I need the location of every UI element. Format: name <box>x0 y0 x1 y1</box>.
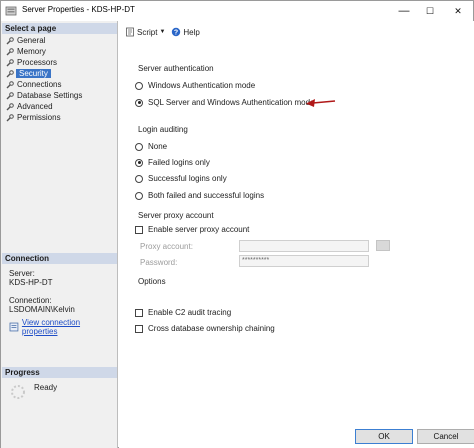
view-connection-row: View connection properties <box>9 318 117 336</box>
page-label: Memory <box>17 47 46 56</box>
page-item-permissions[interactable]: Permissions <box>4 112 116 123</box>
minimize-button[interactable]: — <box>391 1 417 21</box>
wrench-icon <box>6 103 14 111</box>
window-title: Server Properties - KDS-HP-DT <box>22 5 135 14</box>
mixed-auth-radio[interactable]: SQL Server and Windows Authentication mo… <box>135 98 314 107</box>
server-label: Server: <box>9 269 35 278</box>
radio-button[interactable] <box>135 174 143 183</box>
mixed-auth-label: SQL Server and Windows Authentication mo… <box>148 98 315 107</box>
ownership-chaining-label: Cross database ownership chaining <box>148 324 275 333</box>
audit-none-radio[interactable]: None <box>135 142 167 151</box>
page-label: Security <box>16 69 51 78</box>
page-item-processors[interactable]: Processors <box>4 57 116 68</box>
wrench-icon <box>6 92 14 100</box>
audit-both-label: Both failed and successful logins <box>148 191 265 200</box>
title-bar[interactable]: Server Properties - KDS-HP-DT — ☐ ✕ <box>1 1 473 21</box>
wrench-icon <box>6 59 14 67</box>
enable-proxy-checkbox[interactable]: Enable server proxy account <box>135 225 249 234</box>
page-item-connections[interactable]: Connections <box>4 79 116 90</box>
password-field[interactable]: ********** <box>239 255 369 267</box>
radio-button-checked[interactable] <box>135 98 143 107</box>
page-item-general[interactable]: General <box>4 35 116 46</box>
page-item-database-settings[interactable]: Database Settings <box>4 90 116 101</box>
close-button[interactable]: ✕ <box>445 1 471 21</box>
audit-failed-radio[interactable]: Failed logins only <box>135 158 210 167</box>
connection-value: LSDOMAIN\Kelvin <box>9 305 75 314</box>
ownership-chaining-checkbox[interactable]: Cross database ownership chaining <box>135 324 275 333</box>
help-label: Help <box>183 27 200 37</box>
windows-auth-label: Windows Authentication mode <box>148 81 256 90</box>
proxy-account-field[interactable] <box>239 240 369 252</box>
connection-header: Connection <box>2 253 117 264</box>
progress-header: Progress <box>2 367 117 378</box>
page-label: General <box>17 36 46 45</box>
wrench-icon <box>6 48 14 56</box>
security-page: Script ▼ ? Help Server authentication Wi… <box>119 21 474 425</box>
radio-button[interactable] <box>135 81 143 90</box>
options-heading: Options <box>138 277 166 286</box>
server-app-icon <box>5 6 17 16</box>
audit-successful-label: Successful logins only <box>148 174 227 183</box>
wrench-icon <box>6 114 14 122</box>
help-icon: ? <box>172 27 181 37</box>
chevron-down-icon: ▼ <box>159 29 166 35</box>
help-button[interactable]: ? Help <box>171 27 200 37</box>
maximize-button[interactable]: ☐ <box>417 1 443 21</box>
page-label: Database Settings <box>17 91 83 100</box>
connection-label: Connection: <box>9 296 52 305</box>
dialog-button-bar: OK Cancel <box>119 425 474 448</box>
properties-icon <box>9 322 19 332</box>
svg-text:?: ? <box>174 30 178 37</box>
radio-button[interactable] <box>135 142 143 151</box>
page-label: Advanced <box>17 102 53 111</box>
cancel-button[interactable]: Cancel <box>417 429 474 444</box>
audit-failed-label: Failed logins only <box>148 158 210 167</box>
script-icon <box>126 27 134 37</box>
server-value: KDS-HP-DT <box>9 278 53 287</box>
page-label: Processors <box>17 58 58 67</box>
radio-button[interactable] <box>135 191 143 200</box>
toolbar: Script ▼ ? Help <box>125 27 200 37</box>
page-list: General Memory Processors Security Conne… <box>4 35 116 123</box>
server-authentication-heading: Server authentication <box>138 64 214 73</box>
connection-info: Server: KDS-HP-DT Connection: LSDOMAIN\K… <box>9 269 75 314</box>
enable-proxy-label: Enable server proxy account <box>148 225 250 234</box>
audit-none-label: None <box>148 142 168 151</box>
login-auditing-heading: Login auditing <box>138 125 188 134</box>
wrench-icon <box>6 37 14 45</box>
progress-status: Ready <box>34 383 58 392</box>
red-arrow-icon <box>306 99 336 107</box>
password-label: Password: <box>140 258 178 267</box>
checkbox[interactable] <box>135 308 143 317</box>
left-panel: Select a page General Memory Processors … <box>1 21 118 448</box>
wrench-icon <box>6 81 14 89</box>
c2-audit-label: Enable C2 audit tracing <box>148 308 232 317</box>
browse-button[interactable] <box>376 240 390 251</box>
proxy-account-label: Proxy account: <box>140 242 193 251</box>
checkbox[interactable] <box>135 324 143 333</box>
radio-button-checked[interactable] <box>135 158 143 167</box>
server-properties-window: Server Properties - KDS-HP-DT — ☐ ✕ Sele… <box>0 0 474 448</box>
wrench-icon <box>6 70 14 78</box>
progress-spinner-icon <box>11 385 25 399</box>
page-label: Connections <box>17 80 62 89</box>
view-connection-properties-link[interactable]: View connection properties <box>22 318 117 336</box>
c2-audit-checkbox[interactable]: Enable C2 audit tracing <box>135 308 231 317</box>
script-label: Script <box>137 27 158 37</box>
page-item-memory[interactable]: Memory <box>4 46 116 57</box>
page-item-security[interactable]: Security <box>4 68 116 79</box>
proxy-account-heading: Server proxy account <box>138 211 214 220</box>
windows-auth-radio[interactable]: Windows Authentication mode <box>135 81 255 90</box>
audit-both-radio[interactable]: Both failed and successful logins <box>135 191 264 200</box>
audit-successful-radio[interactable]: Successful logins only <box>135 174 227 183</box>
ok-button[interactable]: OK <box>355 429 413 444</box>
script-button[interactable]: Script ▼ <box>125 27 165 37</box>
select-page-header: Select a page <box>2 23 117 34</box>
page-item-advanced[interactable]: Advanced <box>4 101 116 112</box>
checkbox[interactable] <box>135 225 143 234</box>
page-label: Permissions <box>17 113 61 122</box>
